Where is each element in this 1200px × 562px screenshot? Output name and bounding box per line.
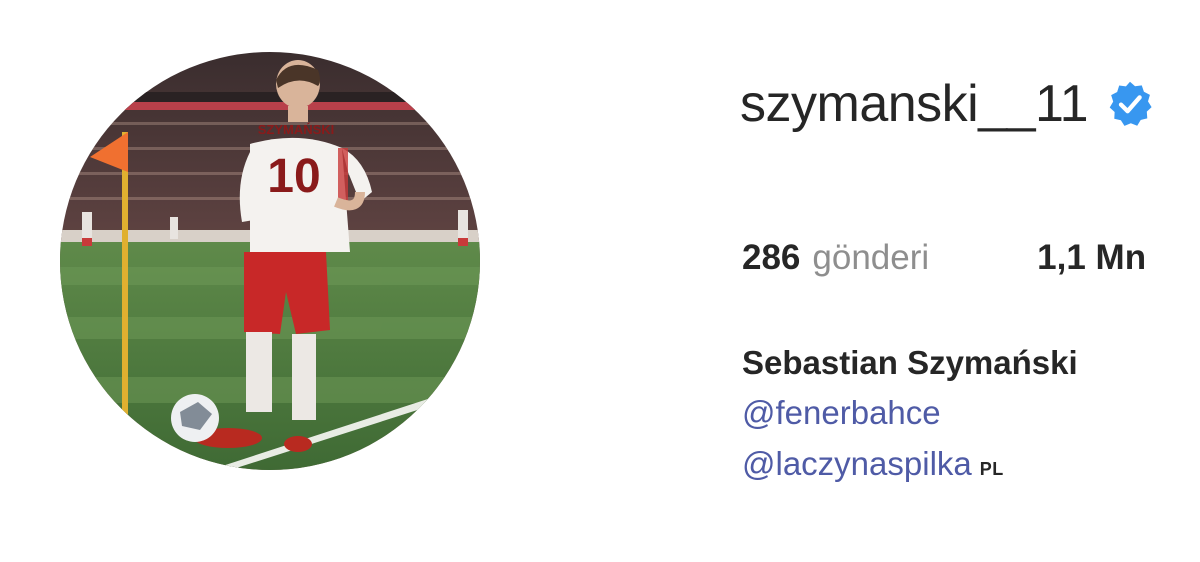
bio-mention-link[interactable]: @fenerbahce xyxy=(742,394,941,432)
bio-mention-link[interactable]: @laczynaspilka PL xyxy=(742,445,1004,483)
profile-full-name: Sebastian Szymański xyxy=(742,344,1078,381)
jersey-name-text: SZYMAŃSKI xyxy=(258,122,335,137)
username: szymanski__11 xyxy=(740,75,1089,133)
followers-count[interactable]: 1,1 Mn xyxy=(1037,238,1158,278)
avatar-photo: SZYMAŃSKI 10 xyxy=(60,52,480,470)
posts-count-value: 286 xyxy=(742,238,801,277)
jersey-number-text: 10 xyxy=(267,150,320,203)
profile-avatar[interactable]: SZYMAŃSKI 10 xyxy=(60,52,480,470)
verified-badge-icon xyxy=(1106,80,1154,128)
bio-mention-text: @laczynaspilka xyxy=(742,445,972,482)
username-row: szymanski__11 xyxy=(740,78,1154,130)
profile-stats: 286 gönderi 1,1 Mn xyxy=(742,238,1200,278)
followers-count-value: 1,1 Mn xyxy=(1037,238,1147,277)
posts-count-label: gönderi xyxy=(812,238,930,277)
posts-count[interactable]: 286 gönderi xyxy=(742,238,929,278)
bio-mention-suffix: PL xyxy=(979,459,1004,479)
bio-mention-text: @fenerbahce xyxy=(742,394,941,431)
